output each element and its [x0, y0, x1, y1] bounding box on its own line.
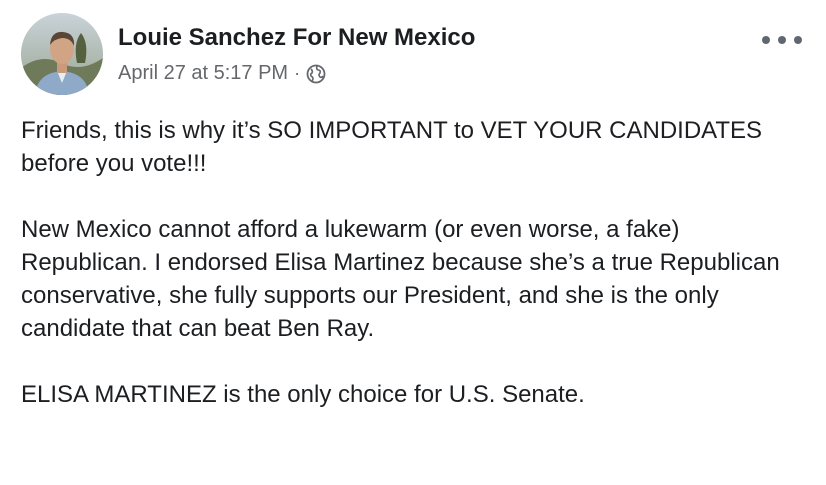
more-options-button[interactable] [762, 30, 802, 50]
author-name[interactable]: Louie Sanchez For New Mexico [118, 24, 475, 52]
more-options-dot [794, 36, 802, 44]
more-options-dot [778, 36, 786, 44]
post-meta: April 27 at 5:17 PM · [118, 62, 326, 85]
globe-icon[interactable] [306, 64, 326, 84]
facebook-post: Louie Sanchez For New Mexico April 27 at… [0, 0, 826, 485]
post-paragraph: Friends, this is why it’s SO IMPORTANT t… [21, 117, 763, 177]
post-paragraph: New Mexico cannot afford a lukewarm (or … [21, 216, 780, 342]
post-body: Friends, this is why it’s SO IMPORTANT t… [21, 114, 811, 444]
more-options-icon [762, 36, 770, 44]
author-avatar[interactable] [21, 13, 103, 95]
meta-separator: · [294, 63, 301, 83]
post-paragraph: ELISA MARTINEZ is the only choice for U.… [21, 381, 585, 408]
avatar-photo [21, 13, 103, 95]
post-timestamp[interactable]: April 27 at 5:17 PM [118, 62, 288, 85]
